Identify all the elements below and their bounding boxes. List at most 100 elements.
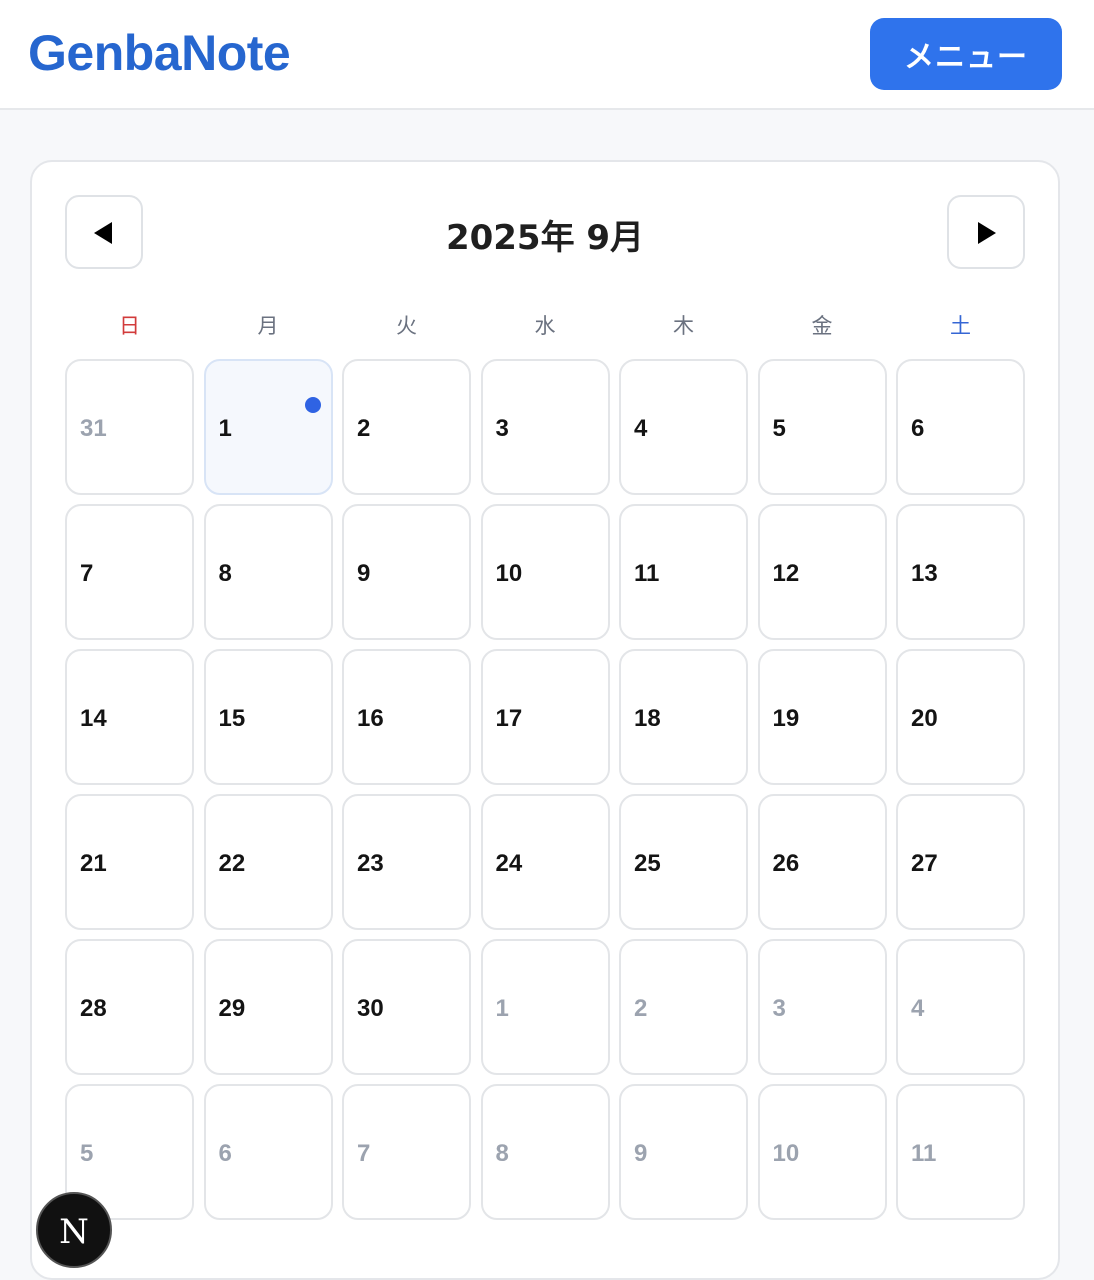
day-number: 4	[911, 995, 925, 1022]
day-cell[interactable]: 9	[619, 1084, 748, 1220]
day-number: 31	[80, 415, 107, 442]
day-cell[interactable]: 20	[896, 649, 1025, 785]
day-number: 19	[772, 705, 800, 732]
weekday-tue: 火	[396, 314, 417, 338]
day-number: 24	[495, 850, 523, 877]
day-cell[interactable]: 4	[619, 359, 748, 495]
day-cell[interactable]: 15	[203, 649, 333, 785]
day-cell[interactable]: 5	[757, 359, 887, 495]
day-number: 2	[634, 995, 648, 1022]
day-number: 6	[911, 415, 925, 442]
day-number: 18	[634, 705, 661, 732]
day-cell[interactable]: 12	[757, 504, 887, 640]
weekday-sun: 日	[119, 314, 140, 338]
dev-indicator-label: N	[59, 1212, 89, 1252]
day-number: 26	[772, 850, 800, 877]
day-cell[interactable]: 6	[896, 359, 1025, 495]
day-number: 7	[80, 560, 94, 587]
day-number: 6	[218, 1140, 232, 1167]
app-logo[interactable]: GenbaNote	[28, 24, 291, 82]
day-cell[interactable]: 4	[896, 939, 1025, 1075]
next-month-button[interactable]	[947, 195, 1025, 269]
day-number: 5	[80, 1140, 94, 1167]
event-dot	[304, 397, 321, 413]
day-cell[interactable]: 6	[203, 1084, 333, 1220]
day-number: 28	[80, 995, 107, 1022]
weekday-fri: 金	[811, 314, 833, 338]
triangle-right-icon	[978, 222, 996, 244]
day-cell[interactable]: 22	[203, 794, 333, 930]
weekday-sat: 土	[950, 314, 971, 338]
day-cell[interactable]: 11	[619, 504, 748, 640]
day-number: 20	[911, 705, 938, 732]
day-number: 8	[495, 1140, 509, 1167]
day-number: 22	[218, 850, 246, 877]
day-number: 14	[80, 705, 107, 732]
day-cell[interactable]: 8	[480, 1084, 610, 1220]
day-number: 11	[634, 560, 660, 587]
day-number: 1	[495, 995, 509, 1022]
day-cell[interactable]: 31	[65, 359, 194, 495]
day-number: 3	[495, 415, 509, 442]
app-header: GenbaNote メニュー	[0, 0, 1094, 110]
day-number: 15	[218, 705, 246, 732]
day-number: 27	[911, 850, 938, 877]
day-number: 23	[357, 850, 384, 877]
day-number: 5	[772, 415, 786, 442]
day-cell[interactable]: 30	[342, 939, 471, 1075]
weekday-mon: 月	[257, 314, 279, 338]
day-cell[interactable]: 11	[896, 1084, 1025, 1220]
day-number: 9	[357, 560, 371, 587]
day-cell[interactable]: 26	[757, 794, 887, 930]
day-cell[interactable]: 25	[619, 794, 748, 930]
day-number: 13	[911, 560, 938, 587]
day-number: 1	[218, 415, 232, 442]
day-number: 21	[80, 850, 107, 877]
day-number: 17	[495, 705, 523, 732]
day-cell[interactable]: 18	[619, 649, 748, 785]
day-cell[interactable]: 3	[480, 359, 610, 495]
day-cell[interactable]: 1	[203, 359, 333, 495]
weekday-wed: 水	[534, 314, 556, 338]
day-cell[interactable]: 29	[203, 939, 333, 1075]
day-number: 2	[357, 415, 371, 442]
day-number: 16	[357, 705, 384, 732]
dev-indicator-button[interactable]: N	[36, 1192, 112, 1268]
day-cell[interactable]: 10	[757, 1084, 887, 1220]
day-number: 9	[634, 1140, 648, 1167]
month-title: 2025年 9月	[445, 218, 645, 258]
day-cell[interactable]: 7	[342, 1084, 471, 1220]
day-number: 7	[357, 1140, 371, 1167]
day-cell[interactable]: 23	[342, 794, 471, 930]
menu-button[interactable]: メニュー	[870, 18, 1062, 90]
day-cell[interactable]: 8	[203, 504, 333, 640]
day-number: 29	[218, 995, 246, 1022]
day-number: 8	[218, 560, 232, 587]
day-number: 11	[911, 1140, 937, 1167]
day-cell[interactable]: 1	[480, 939, 610, 1075]
day-cell[interactable]: 16	[342, 649, 471, 785]
day-cell[interactable]: 14	[65, 649, 194, 785]
day-number: 25	[634, 850, 661, 877]
day-cell[interactable]: 2	[619, 939, 748, 1075]
day-number: 10	[772, 1140, 800, 1167]
day-cell[interactable]: 21	[65, 794, 194, 930]
day-cell[interactable]: 9	[342, 504, 471, 640]
day-number: 12	[772, 560, 800, 587]
day-cell[interactable]: 24	[480, 794, 610, 930]
day-number: 10	[495, 560, 523, 587]
day-cell[interactable]: 27	[896, 794, 1025, 930]
day-cell[interactable]: 19	[757, 649, 887, 785]
day-cell[interactable]: 10	[480, 504, 610, 640]
day-number: 3	[772, 995, 786, 1022]
calendar-card: 2025年 9月 日月火水木金土 31 1 2 3 4 5 6 7 8 9 10 11 12 13 14 15…	[30, 160, 1060, 1280]
day-cell[interactable]: 3	[757, 939, 887, 1075]
day-number: 4	[634, 415, 648, 442]
day-cell[interactable]: 13	[896, 504, 1025, 640]
weekday-thu: 木	[673, 314, 694, 338]
day-number: 30	[357, 995, 384, 1022]
day-cell[interactable]: 7	[65, 504, 194, 640]
day-cell[interactable]: 2	[342, 359, 471, 495]
day-cell[interactable]: 17	[480, 649, 610, 785]
day-cell[interactable]: 28	[65, 939, 194, 1075]
